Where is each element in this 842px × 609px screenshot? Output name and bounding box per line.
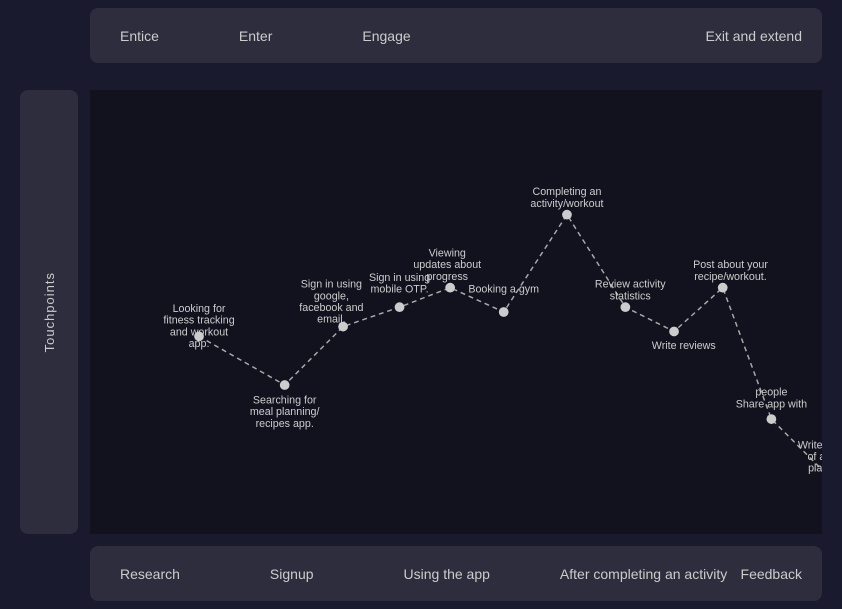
sidebar-label: Touchpoints [42, 272, 57, 352]
svg-text:meal planning/: meal planning/ [250, 406, 320, 418]
svg-text:Completing an: Completing an [533, 186, 602, 198]
svg-text:progress: progress [426, 271, 468, 283]
svg-text:mobile OTP.: mobile OTP. [371, 284, 429, 296]
svg-text:Post about your: Post about your [693, 259, 768, 271]
svg-text:updates about: updates about [413, 259, 481, 271]
svg-text:people: people [755, 387, 787, 399]
svg-text:Looking for: Looking for [173, 303, 226, 315]
svg-text:email.: email. [317, 314, 346, 326]
svg-text:of app on: of app on [807, 451, 822, 463]
svg-text:Searching for: Searching for [253, 395, 317, 407]
svg-text:facebook and: facebook and [299, 302, 363, 314]
svg-text:recipes app.: recipes app. [256, 418, 314, 430]
touchpoints-sidebar: Touchpoints [20, 90, 78, 534]
svg-text:Viewing: Viewing [429, 248, 466, 260]
svg-text:Sign in using: Sign in using [301, 279, 362, 291]
svg-text:app.: app. [189, 338, 210, 350]
svg-text:fitness tracking: fitness tracking [163, 315, 234, 327]
top-bar-enter: Enter [239, 28, 272, 44]
svg-text:Share app with: Share app with [736, 398, 807, 410]
bottom-navigation-bar: Research Signup Using the app After comp… [90, 546, 822, 601]
svg-text:Write reviews: Write reviews [652, 340, 716, 352]
bottom-bar-after: After completing an activity [560, 566, 727, 582]
svg-text:activity/workout: activity/workout [530, 198, 603, 210]
svg-text:google,: google, [314, 290, 349, 302]
bottom-bar-research: Research [120, 566, 180, 582]
svg-text:Write reviews: Write reviews [798, 439, 822, 451]
top-navigation-bar: Entice Enter Engage Exit and extend [90, 8, 822, 63]
svg-text:statistics: statistics [610, 290, 651, 302]
bottom-bar-using: Using the app [404, 566, 490, 582]
svg-text:and workout: and workout [170, 326, 228, 338]
top-bar-entice: Entice [120, 28, 159, 44]
svg-text:Review activity: Review activity [595, 279, 666, 291]
top-bar-exit: Exit and extend [705, 28, 802, 44]
journey-map-chart: Looking for fitness tracking and workout… [90, 90, 822, 534]
svg-text:recipe/workout.: recipe/workout. [694, 271, 766, 283]
bottom-bar-signup: Signup [270, 566, 314, 582]
svg-text:playstore: playstore [808, 463, 822, 475]
svg-text:Sign in using: Sign in using [369, 272, 430, 284]
svg-text:Booking a gym: Booking a gym [468, 284, 539, 296]
top-bar-engage: Engage [362, 28, 410, 44]
bottom-bar-feedback: Feedback [741, 566, 802, 582]
